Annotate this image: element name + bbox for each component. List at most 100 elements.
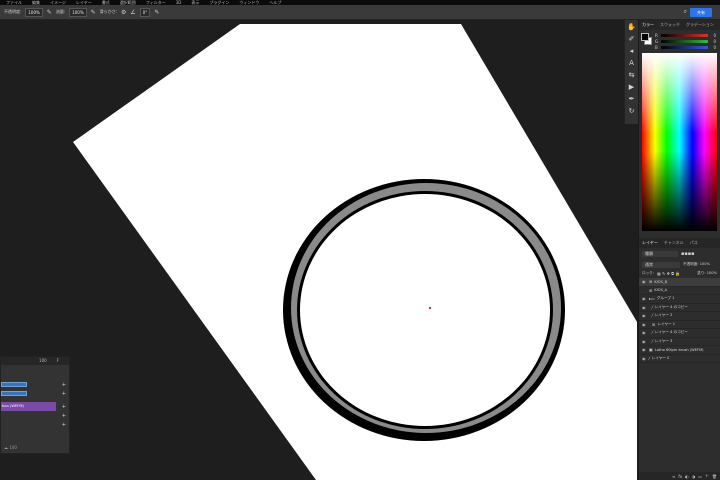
opacity-field[interactable]: 100% xyxy=(25,7,43,17)
brush-icon[interactable]: ✐ xyxy=(629,36,635,43)
type-icon[interactable]: A xyxy=(629,60,634,67)
eye-icon[interactable]: ◉ xyxy=(642,313,647,318)
float-bar[interactable] xyxy=(1,391,27,396)
layer-row[interactable]: ◉ ⁄ レイヤー 2 xyxy=(639,312,720,321)
new-layer-icon[interactable]: ＋ xyxy=(705,473,709,479)
float-panel-flag: F xyxy=(56,358,59,363)
float-bar[interactable] xyxy=(1,382,27,387)
brush-layer-icon: ⁄ xyxy=(649,355,650,361)
float-row[interactable]: + xyxy=(1,421,66,428)
layer-row[interactable]: ◉ ▸▭ グループ 1 xyxy=(639,295,720,304)
tab-layers[interactable]: レイヤー xyxy=(642,240,658,246)
plus-icon[interactable]: + xyxy=(62,413,66,419)
lock-row: ロック: ▦ ✎ ✥ ⧉ 🔒 塗り: 100% xyxy=(639,269,720,278)
hand-icon[interactable]: ✋ xyxy=(627,24,636,31)
fx-icon[interactable]: fx xyxy=(678,474,682,479)
flow-field[interactable]: 100% xyxy=(69,7,87,17)
tab-swatches[interactable]: スウォッチ xyxy=(660,22,680,28)
color-panel-body: R 0 G 0 B 0 xyxy=(639,30,720,50)
lock-label: ロック: xyxy=(642,271,654,275)
color-sliders: R 0 G 0 B 0 xyxy=(653,32,718,50)
layer-list: ◉ ⊞ KIOS_B ⊞ KIOS_A ◉ ▸▭ グループ 1 ◉ ⁄ レイヤー… xyxy=(639,278,720,363)
pressure-size-icon[interactable]: ✎ xyxy=(154,9,159,16)
airbrush-icon[interactable]: ✎ xyxy=(91,9,96,16)
layer-fill[interactable]: 塗り: 100% xyxy=(697,271,717,276)
pressure-opacity-icon[interactable]: ✎ xyxy=(47,9,52,16)
layer-row[interactable]: ◉ ▣ Lotha 60lpm brush (WEFM) xyxy=(639,346,720,355)
opacity-label: 不透明度: xyxy=(4,9,22,14)
plus-icon[interactable]: + xyxy=(62,391,66,397)
smart-object-icon: ▣ xyxy=(649,347,653,353)
search-icon[interactable]: ⌕ xyxy=(684,8,687,16)
layers-footer: ∞ fx ◐ ◑ ▭ ＋ 🗑 xyxy=(639,472,720,480)
slider-b[interactable]: B 0 xyxy=(653,44,718,50)
trash-icon[interactable]: 🗑 xyxy=(712,474,717,479)
brush-layer-icon: ⁄ xyxy=(652,338,653,344)
layer-row[interactable]: ⊞ KIOS_A xyxy=(639,287,720,295)
eye-icon[interactable]: ◉ xyxy=(642,279,647,284)
brush-layer-icon: ⁄ xyxy=(652,304,653,310)
brush-layer-icon: ⁄ xyxy=(652,330,653,336)
layer-filter-row: 種類 ▪▪▪▪ xyxy=(639,248,720,260)
color-spectrum[interactable] xyxy=(642,53,717,231)
move-icon[interactable]: ◂ xyxy=(630,48,634,55)
tab-paths[interactable]: パス xyxy=(690,240,698,246)
new-group-icon[interactable]: ▭ xyxy=(698,474,702,479)
folder-icon: ▸▭ xyxy=(649,296,655,302)
smoothing-label: 滑らかさ: xyxy=(99,9,118,14)
brush-layer-icon: ⁄ xyxy=(652,313,653,319)
eye-icon[interactable]: ◉ xyxy=(642,356,647,361)
angle-field[interactable]: 0° xyxy=(139,7,151,17)
color-panel-tabs: カラー スウォッチ グラデーション xyxy=(639,20,720,30)
mask-icon[interactable]: ◐ xyxy=(685,474,689,479)
float-row[interactable]: + xyxy=(1,390,66,397)
adjustment-icon[interactable]: ◑ xyxy=(692,474,696,479)
layer-kind-filter[interactable]: 種類 xyxy=(642,251,678,257)
layer-row[interactable]: ◉ ⁄ レイヤー 0 xyxy=(639,355,720,363)
angle-icon[interactable]: ∠ xyxy=(130,9,135,16)
floating-panel: 100 F + + tion (WEFM) + + + ☁ 100 xyxy=(0,356,70,454)
flow-label: 流量: xyxy=(55,9,66,14)
eye-icon[interactable]: ◉ xyxy=(642,330,647,335)
plus-icon[interactable]: + xyxy=(62,404,66,410)
share-button[interactable]: 共有 xyxy=(690,8,712,17)
layer-row[interactable]: ◉ ⁄ レイヤー 4 のコピー xyxy=(639,304,720,312)
tab-channels[interactable]: チャンネル xyxy=(664,240,684,246)
link-layers-icon[interactable]: ∞ xyxy=(672,474,675,479)
float-item-selected[interactable]: tion (WEFM) xyxy=(1,402,56,411)
layer-row[interactable]: ◉ ⁄ レイヤー 4 のコピー xyxy=(639,329,720,338)
layer-row[interactable]: ◉ ⊞ レイヤー 1 xyxy=(639,321,720,329)
eye-icon[interactable]: ◉ xyxy=(642,296,647,301)
document-canvas[interactable] xyxy=(0,20,637,480)
plus-icon[interactable]: + xyxy=(62,382,66,388)
layer-row[interactable]: ◉ ⁄ レイヤー 3 xyxy=(639,338,720,346)
layer-row[interactable]: ◉ ⊞ KIOS_B xyxy=(639,278,720,287)
eye-icon[interactable]: ◉ xyxy=(642,339,647,344)
rotate-icon[interactable]: ↻ xyxy=(629,108,635,115)
lock-icons[interactable]: ▦ ✎ ✥ ⧉ 🔒 xyxy=(657,271,680,276)
filter-icons[interactable]: ▪▪▪▪ xyxy=(681,251,695,257)
float-panel-value: 100 xyxy=(39,358,47,363)
pen-icon[interactable]: ✒ xyxy=(629,96,635,103)
tab-gradients[interactable]: グラデーション xyxy=(686,22,714,28)
link-icon: ⊞ xyxy=(649,287,653,293)
tool-strip: ✋ ✐ ◂ A ⇆ ▶ ✒ ↻ xyxy=(624,20,638,124)
eye-icon[interactable]: ◉ xyxy=(642,305,647,310)
fg-bg-swatch[interactable] xyxy=(641,32,652,46)
float-row[interactable]: + xyxy=(1,412,66,419)
play-icon[interactable]: ▶ xyxy=(629,84,634,91)
center-dot xyxy=(428,306,432,310)
layer-opacity[interactable]: 不透明度: 100% xyxy=(683,262,710,267)
plus-icon[interactable]: + xyxy=(62,422,66,428)
artwork xyxy=(73,24,637,480)
blend-mode-select[interactable]: 通常 xyxy=(642,261,680,268)
gear-icon[interactable]: ⚙ xyxy=(121,9,126,16)
tab-color[interactable]: カラー xyxy=(642,22,654,28)
transform-icon[interactable]: ⇆ xyxy=(629,72,635,79)
eye-icon[interactable]: ◉ xyxy=(642,322,647,327)
float-row[interactable]: + xyxy=(1,381,66,388)
float-panel-header: 100 F xyxy=(1,357,69,365)
eye-icon[interactable]: ◉ xyxy=(642,347,647,352)
float-row[interactable]: tion (WEFM) + xyxy=(1,402,66,411)
layers-panel-tabs: レイヤー チャンネル パス xyxy=(639,238,720,248)
